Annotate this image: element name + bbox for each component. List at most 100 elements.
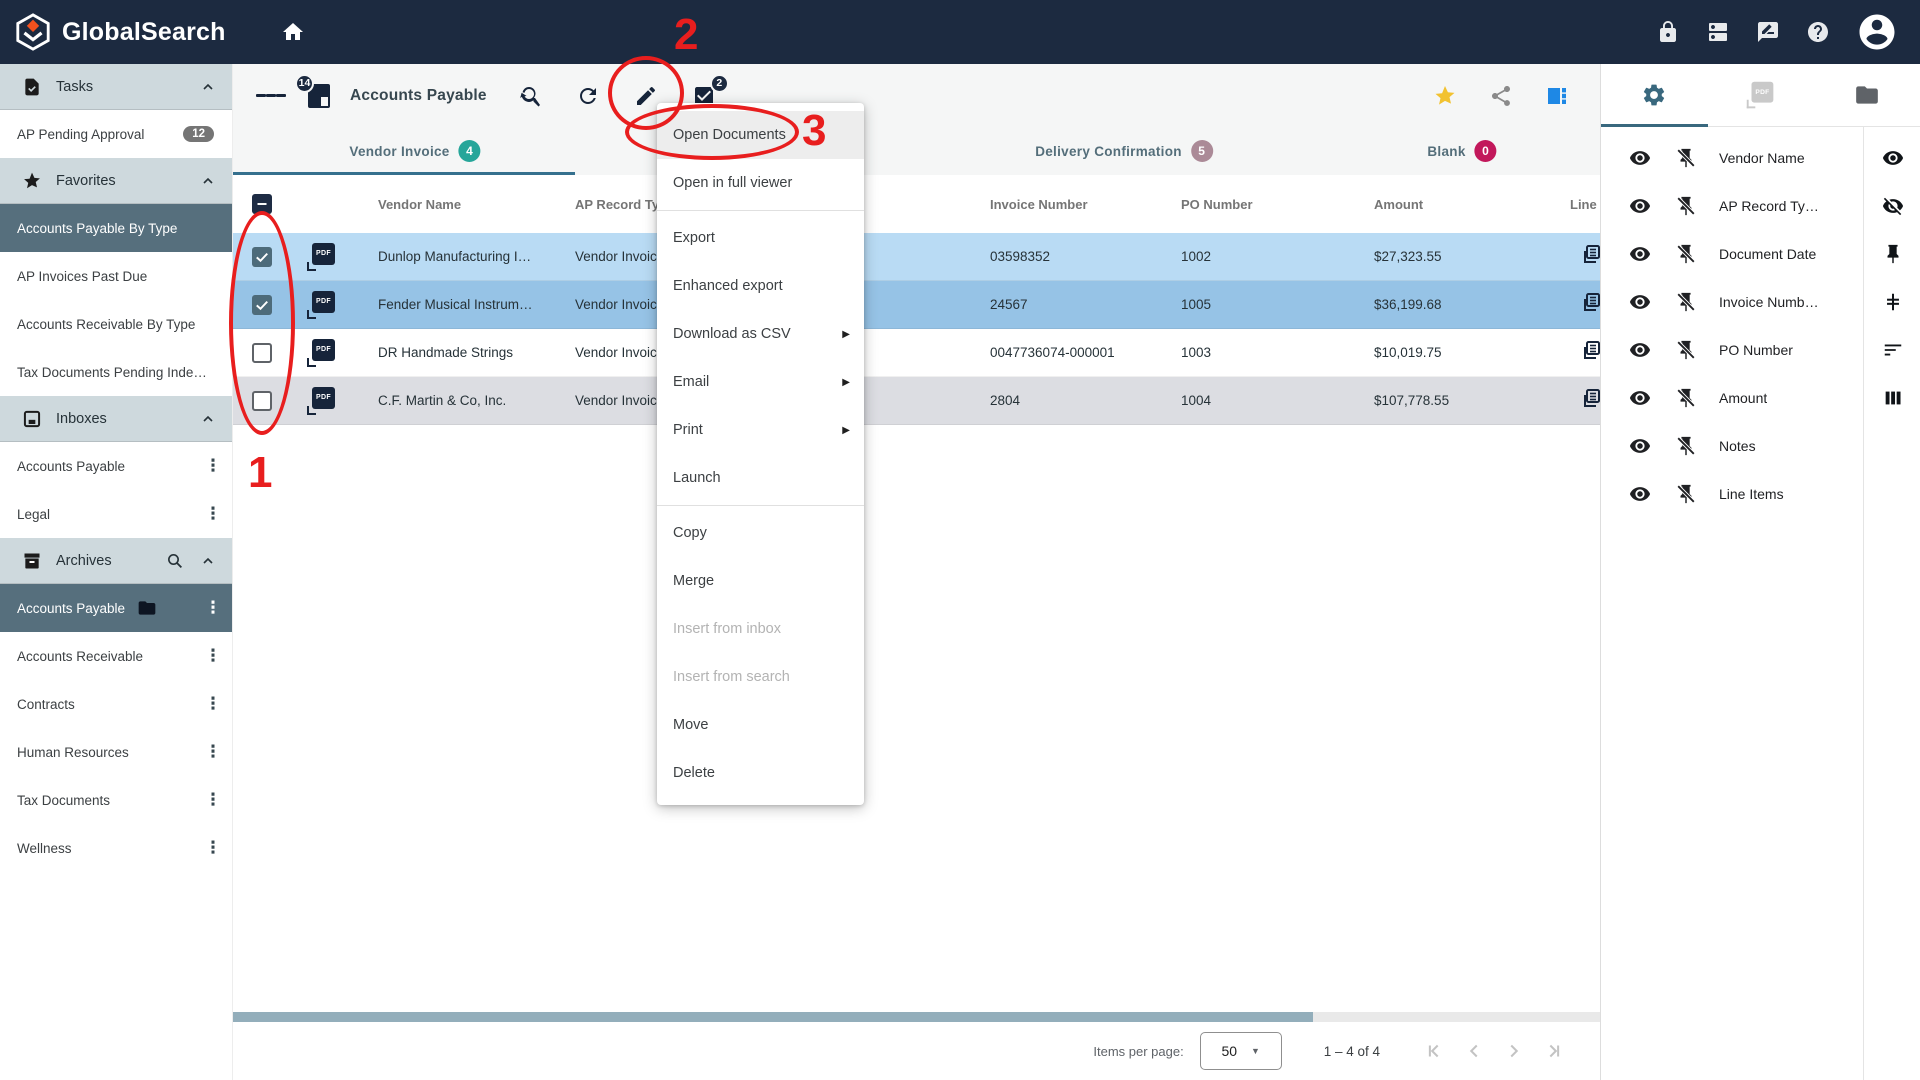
visibility-eye-icon[interactable] xyxy=(1629,195,1651,217)
column-width-icon[interactable] xyxy=(1864,278,1920,326)
rerun-search-icon[interactable] xyxy=(515,81,545,111)
menu-item-move[interactable]: Move xyxy=(657,701,864,749)
more-options-icon[interactable]: ⋮ xyxy=(204,508,222,520)
tab-field-settings[interactable] xyxy=(1601,64,1707,126)
menu-item-delete[interactable]: Delete xyxy=(657,749,864,797)
sidebar-item-ap-invoices-past-due[interactable]: AP Invoices Past Due xyxy=(0,252,232,300)
tab-blank[interactable]: Blank 0 xyxy=(1427,127,1496,175)
results-count-icon[interactable]: 14 xyxy=(304,81,334,111)
help-icon[interactable] xyxy=(1806,20,1830,44)
column-header-invoice-number[interactable]: Invoice Number xyxy=(990,197,1181,212)
refresh-icon[interactable] xyxy=(573,81,603,111)
section-header-inboxes[interactable]: Inboxes xyxy=(0,396,232,442)
more-options-icon[interactable]: ⋮ xyxy=(204,842,222,854)
visibility-eye-icon[interactable] xyxy=(1629,291,1651,313)
sidebar-item-archive-accounts-payable[interactable]: Accounts Payable ⋮ xyxy=(0,584,232,632)
columns-view-icon[interactable] xyxy=(1864,374,1920,422)
column-header-po-number[interactable]: PO Number xyxy=(1181,197,1374,212)
column-header-line-items[interactable]: Line Items xyxy=(1570,197,1600,212)
pin-off-icon[interactable] xyxy=(1675,339,1697,361)
line-items-icon[interactable] xyxy=(1578,242,1600,266)
sidebar-item-archive-accounts-receivable[interactable]: Accounts Receivable ⋮ xyxy=(0,632,232,680)
tab-document-preview[interactable]: PDF xyxy=(1707,64,1813,126)
menu-item-merge[interactable]: Merge xyxy=(657,557,864,605)
section-header-favorites[interactable]: Favorites xyxy=(0,158,232,204)
share-icon[interactable] xyxy=(1486,81,1516,111)
row-checkbox[interactable] xyxy=(252,247,272,267)
lock-icon[interactable] xyxy=(1656,20,1680,44)
pdf-document-icon[interactable]: PDF xyxy=(307,243,337,271)
pin-off-icon[interactable] xyxy=(1675,195,1697,217)
menu-item-open-in-full-viewer[interactable]: Open in full viewer xyxy=(657,159,864,207)
table-row[interactable]: PDF DR Handmade Strings Vendor Invoice 0… xyxy=(233,329,1600,377)
menu-item-download-as-csv[interactable]: Download as CSV ▶ xyxy=(657,310,864,358)
pin-off-icon[interactable] xyxy=(1675,291,1697,313)
tab-delivery-confirmation[interactable]: Delivery Confirmation 5 xyxy=(1035,127,1213,175)
menu-item-print[interactable]: Print ▶ xyxy=(657,406,864,454)
tab-folders[interactable] xyxy=(1814,64,1920,126)
user-avatar[interactable] xyxy=(1856,11,1898,53)
column-header-amount[interactable]: Amount xyxy=(1374,197,1570,212)
visibility-eye-icon[interactable] xyxy=(1629,435,1651,457)
sidebar-item-archive-tax-documents[interactable]: Tax Documents ⋮ xyxy=(0,776,232,824)
scrollbar-thumb[interactable] xyxy=(233,1012,1313,1022)
pin-icon[interactable] xyxy=(1864,230,1920,278)
tab-vendor-invoice[interactable]: Vendor Invoice 4 xyxy=(349,127,480,175)
menu-item-open-documents[interactable]: Open Documents xyxy=(657,111,864,159)
feedback-icon[interactable] xyxy=(1756,20,1780,44)
menu-item-export[interactable]: Export xyxy=(657,214,864,262)
chevron-up-icon[interactable] xyxy=(200,79,216,95)
more-options-icon[interactable]: ⋮ xyxy=(204,602,222,614)
more-options-icon[interactable]: ⋮ xyxy=(204,794,222,806)
sidebar-item-inbox-legal[interactable]: Legal ⋮ xyxy=(0,490,232,538)
sidebar-item-tax-documents-pending[interactable]: Tax Documents Pending Inde… xyxy=(0,348,232,396)
chevron-up-icon[interactable] xyxy=(200,411,216,427)
favorite-star-icon[interactable] xyxy=(1430,81,1460,111)
visibility-eye-icon[interactable] xyxy=(1629,147,1651,169)
visibility-eye-icon[interactable] xyxy=(1629,483,1651,505)
visibility-eye-icon[interactable] xyxy=(1629,387,1651,409)
table-row[interactable]: PDF C.F. Martin & Co, Inc. Vendor Invoic… xyxy=(233,377,1600,425)
sidebar-item-accounts-payable-by-type[interactable]: Accounts Payable By Type xyxy=(0,204,232,252)
sidebar-item-accounts-receivable-by-type[interactable]: Accounts Receivable By Type xyxy=(0,300,232,348)
sidebar-item-inbox-accounts-payable[interactable]: Accounts Payable ⋮ xyxy=(0,442,232,490)
column-header-vendor-name[interactable]: Vendor Name xyxy=(378,197,575,212)
split-view-icon[interactable] xyxy=(1542,81,1572,111)
visibility-eye-icon[interactable] xyxy=(1629,339,1651,361)
hide-all-eye-off-icon[interactable] xyxy=(1864,182,1920,230)
visibility-eye-icon[interactable] xyxy=(1629,243,1651,265)
line-items-icon[interactable] xyxy=(1578,338,1600,362)
select-all-checkbox[interactable] xyxy=(252,194,272,214)
table-row[interactable]: PDF Dunlop Manufacturing I… Vendor Invoi… xyxy=(233,233,1600,281)
last-page-button[interactable] xyxy=(1534,1031,1574,1071)
home-icon[interactable] xyxy=(281,20,305,44)
chevron-up-icon[interactable] xyxy=(200,553,216,569)
search-icon[interactable] xyxy=(166,552,184,570)
more-options-icon[interactable]: ⋮ xyxy=(204,650,222,662)
menu-hamburger-icon[interactable] xyxy=(256,81,286,111)
show-all-eye-icon[interactable] xyxy=(1864,134,1920,182)
menu-item-launch[interactable]: Launch xyxy=(657,454,864,502)
sidebar-item-archive-wellness[interactable]: Wellness ⋮ xyxy=(0,824,232,872)
pin-off-icon[interactable] xyxy=(1675,387,1697,409)
more-options-icon[interactable]: ⋮ xyxy=(204,746,222,758)
horizontal-scrollbar[interactable] xyxy=(233,1012,1600,1022)
menu-item-enhanced-export[interactable]: Enhanced export xyxy=(657,262,864,310)
sidebar-item-ap-pending-approval[interactable]: AP Pending Approval 12 xyxy=(0,110,232,158)
row-checkbox[interactable] xyxy=(252,391,272,411)
sort-lines-icon[interactable] xyxy=(1864,326,1920,374)
line-items-icon[interactable] xyxy=(1578,290,1600,314)
more-options-icon[interactable]: ⋮ xyxy=(204,460,222,472)
pdf-document-icon[interactable]: PDF xyxy=(307,387,337,415)
page-size-select[interactable]: 50 ▼ xyxy=(1200,1032,1282,1070)
menu-item-copy[interactable]: Copy xyxy=(657,509,864,557)
row-checkbox[interactable] xyxy=(252,343,272,363)
more-options-icon[interactable]: ⋮ xyxy=(204,698,222,710)
sidebar-item-archive-human-resources[interactable]: Human Resources ⋮ xyxy=(0,728,232,776)
queues-icon[interactable] xyxy=(1706,20,1730,44)
sidebar-item-archive-contracts[interactable]: Contracts ⋮ xyxy=(0,680,232,728)
menu-item-email[interactable]: Email ▶ xyxy=(657,358,864,406)
pin-off-icon[interactable] xyxy=(1675,243,1697,265)
section-header-archives[interactable]: Archives xyxy=(0,538,232,584)
pin-off-icon[interactable] xyxy=(1675,435,1697,457)
